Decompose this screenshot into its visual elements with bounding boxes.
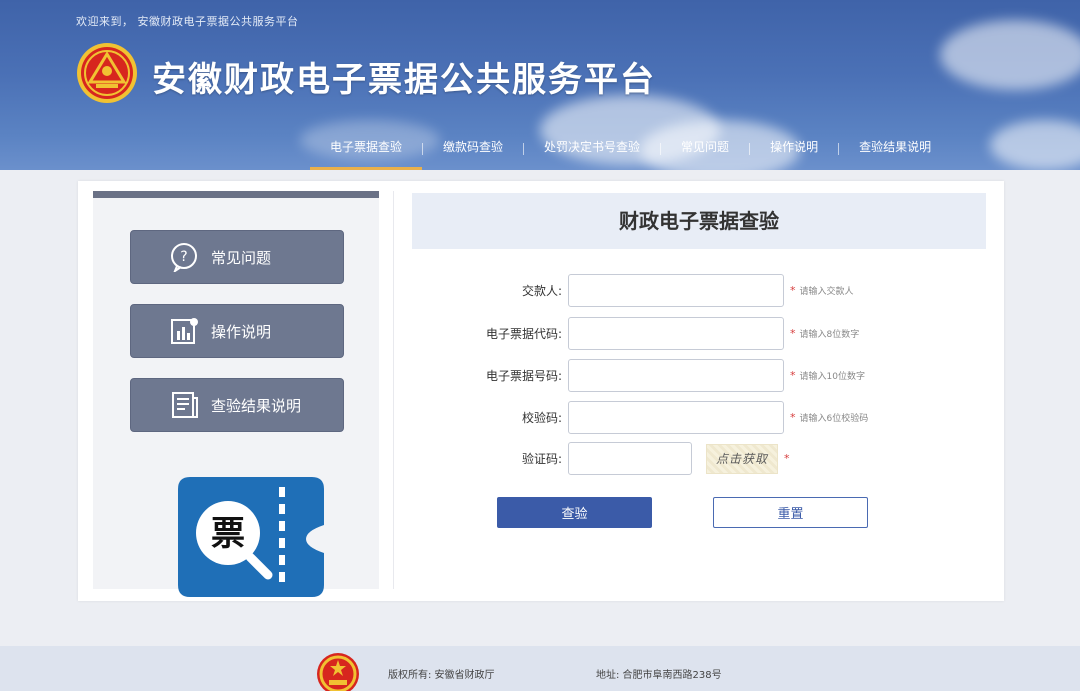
sidebar-item-label: 查验结果说明 xyxy=(211,396,302,415)
party-emblem-icon xyxy=(77,43,137,103)
nav-item-faq[interactable]: 常见问题 xyxy=(661,128,749,170)
nav-item-penalty-check[interactable]: 处罚决定书号查验 xyxy=(524,128,660,170)
ticket-logo-text: 票 xyxy=(211,514,245,554)
ticket-search-icon: 票 xyxy=(178,477,324,597)
sidebar-item-faq[interactable]: ? 常见问题 xyxy=(130,230,344,284)
site-title: 安徽财政电子票据公共服务平台 xyxy=(152,60,656,100)
check-code-input[interactable] xyxy=(568,401,784,434)
check-code-hint: 请输入6位校验码 xyxy=(799,414,869,424)
national-emblem-icon xyxy=(317,653,359,691)
main-panel: ? 常见问题 操作说明 查验结果说明 票 财政电子票据查验 交款人: * 请输入… xyxy=(78,181,1004,601)
cloud-decoration xyxy=(940,20,1080,90)
required-mark: * xyxy=(790,411,796,424)
required-mark: * xyxy=(790,327,796,340)
required-mark: * xyxy=(790,369,796,382)
form-row-invoice-number: 电子票据号码: * 请输入10位数字 xyxy=(468,359,865,392)
nav-item-payment-code-check[interactable]: 缴款码查验 xyxy=(423,128,523,170)
payer-input[interactable] xyxy=(568,274,784,307)
invoice-number-label: 电子票据号码: xyxy=(485,369,562,383)
payer-hint: 请输入交款人 xyxy=(799,287,854,297)
nav-item-result-explanation[interactable]: 查验结果说明 xyxy=(839,128,951,170)
invoice-number-hint: 请输入10位数字 xyxy=(799,372,865,382)
form-row-invoice-code: 电子票据代码: * 请输入8位数字 xyxy=(468,317,859,350)
sidebar-item-instructions[interactable]: 操作说明 xyxy=(130,304,344,358)
sidebar: ? 常见问题 操作说明 查验结果说明 票 xyxy=(93,191,379,597)
form-row-check-code: 校验码: * 请输入6位校验码 xyxy=(468,401,868,434)
verify-button[interactable]: 查验 xyxy=(497,497,652,528)
invoice-code-input[interactable] xyxy=(568,317,784,350)
document-list-icon xyxy=(167,388,201,422)
form-row-captcha: 验证码: 点击获取 * xyxy=(468,442,790,475)
captcha-input[interactable] xyxy=(568,442,692,475)
sidebar-item-label: 常见问题 xyxy=(211,248,272,267)
form-row-payer: 交款人: * 请输入交款人 xyxy=(468,274,854,307)
captcha-label: 验证码: xyxy=(521,452,562,466)
required-mark: * xyxy=(790,284,796,297)
invoice-code-label: 电子票据代码: xyxy=(485,327,562,341)
invoice-number-input[interactable] xyxy=(568,359,784,392)
captcha-image[interactable]: 点击获取 xyxy=(706,443,778,474)
sidebar-item-result-explanation[interactable]: 查验结果说明 xyxy=(130,378,344,432)
footer-copyright: 版权所有: 安徽省财政厅 xyxy=(388,670,495,681)
panel-divider xyxy=(393,191,394,589)
nav-item-invoice-check[interactable]: 电子票据查验 xyxy=(310,128,423,170)
required-mark: * xyxy=(784,452,790,465)
footer-address: 地址: 合肥市阜南西路238号 xyxy=(596,670,722,681)
payer-label: 交款人: xyxy=(521,284,562,298)
svg-text:?: ? xyxy=(180,249,187,265)
check-code-label: 校验码: xyxy=(521,411,562,425)
invoice-code-hint: 请输入8位数字 xyxy=(799,330,860,340)
reset-button[interactable]: 重置 xyxy=(713,497,868,528)
sidebar-item-label: 操作说明 xyxy=(211,322,272,341)
question-bubble-icon: ? xyxy=(167,240,201,274)
site-header: 欢迎来到， 安徽财政电子票据公共服务平台 安徽财政电子票据公共服务平台 电子票据… xyxy=(0,0,1080,170)
chart-document-icon xyxy=(167,314,201,348)
main-nav: 电子票据查验 缴款码查验 处罚决定书号查验 常见问题 操作说明 查验结果说明 xyxy=(310,128,951,170)
welcome-text: 欢迎来到， 安徽财政电子票据公共服务平台 xyxy=(76,15,299,28)
site-footer: 版权所有: 安徽省财政厅 地址: 合肥市阜南西路238号 xyxy=(0,646,1080,691)
nav-item-instructions[interactable]: 操作说明 xyxy=(750,128,838,170)
form-title: 财政电子票据查验 xyxy=(412,193,986,249)
cloud-decoration xyxy=(990,120,1080,170)
